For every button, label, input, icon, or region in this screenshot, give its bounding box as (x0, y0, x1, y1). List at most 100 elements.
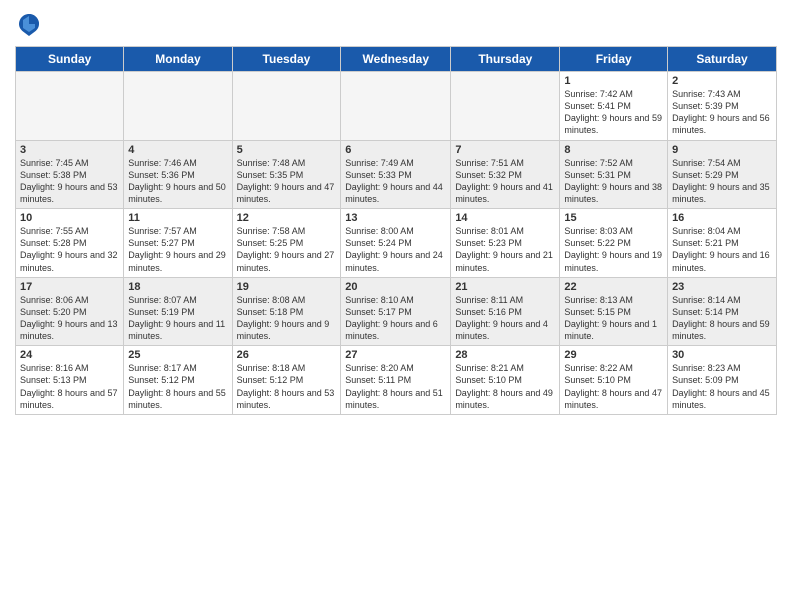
calendar-cell: 14Sunrise: 8:01 AM Sunset: 5:23 PM Dayli… (451, 209, 560, 278)
day-number: 27 (345, 349, 446, 361)
day-number: 9 (672, 144, 772, 156)
calendar-cell (232, 72, 341, 141)
day-info: Sunrise: 7:43 AM Sunset: 5:39 PM Dayligh… (672, 88, 772, 137)
day-info: Sunrise: 8:00 AM Sunset: 5:24 PM Dayligh… (345, 225, 446, 274)
day-info: Sunrise: 7:54 AM Sunset: 5:29 PM Dayligh… (672, 157, 772, 206)
day-info: Sunrise: 8:23 AM Sunset: 5:09 PM Dayligh… (672, 362, 772, 411)
day-info: Sunrise: 8:13 AM Sunset: 5:15 PM Dayligh… (564, 294, 663, 343)
calendar-cell: 9Sunrise: 7:54 AM Sunset: 5:29 PM Daylig… (668, 140, 777, 209)
calendar-cell: 17Sunrise: 8:06 AM Sunset: 5:20 PM Dayli… (16, 277, 124, 346)
day-number: 2 (672, 75, 772, 87)
day-number: 18 (128, 281, 227, 293)
header (15, 10, 777, 38)
calendar-cell: 28Sunrise: 8:21 AM Sunset: 5:10 PM Dayli… (451, 346, 560, 415)
calendar-header-monday: Monday (124, 47, 232, 72)
calendar-cell (124, 72, 232, 141)
calendar-cell: 25Sunrise: 8:17 AM Sunset: 5:12 PM Dayli… (124, 346, 232, 415)
day-info: Sunrise: 7:48 AM Sunset: 5:35 PM Dayligh… (237, 157, 337, 206)
calendar-header-thursday: Thursday (451, 47, 560, 72)
calendar-header-saturday: Saturday (668, 47, 777, 72)
day-number: 1 (564, 75, 663, 87)
day-number: 11 (128, 212, 227, 224)
calendar-cell: 13Sunrise: 8:00 AM Sunset: 5:24 PM Dayli… (341, 209, 451, 278)
logo (15, 10, 47, 38)
day-info: Sunrise: 8:03 AM Sunset: 5:22 PM Dayligh… (564, 225, 663, 274)
calendar-cell: 7Sunrise: 7:51 AM Sunset: 5:32 PM Daylig… (451, 140, 560, 209)
day-info: Sunrise: 8:21 AM Sunset: 5:10 PM Dayligh… (455, 362, 555, 411)
calendar-cell: 15Sunrise: 8:03 AM Sunset: 5:22 PM Dayli… (560, 209, 668, 278)
calendar-header-wednesday: Wednesday (341, 47, 451, 72)
day-number: 23 (672, 281, 772, 293)
day-info: Sunrise: 7:45 AM Sunset: 5:38 PM Dayligh… (20, 157, 119, 206)
calendar-cell: 30Sunrise: 8:23 AM Sunset: 5:09 PM Dayli… (668, 346, 777, 415)
day-number: 5 (237, 144, 337, 156)
calendar-cell: 19Sunrise: 8:08 AM Sunset: 5:18 PM Dayli… (232, 277, 341, 346)
day-number: 15 (564, 212, 663, 224)
calendar-cell: 22Sunrise: 8:13 AM Sunset: 5:15 PM Dayli… (560, 277, 668, 346)
calendar-header-row: SundayMondayTuesdayWednesdayThursdayFrid… (16, 47, 777, 72)
day-number: 28 (455, 349, 555, 361)
day-info: Sunrise: 7:46 AM Sunset: 5:36 PM Dayligh… (128, 157, 227, 206)
calendar-cell: 29Sunrise: 8:22 AM Sunset: 5:10 PM Dayli… (560, 346, 668, 415)
day-number: 19 (237, 281, 337, 293)
calendar-week-row: 3Sunrise: 7:45 AM Sunset: 5:38 PM Daylig… (16, 140, 777, 209)
day-number: 22 (564, 281, 663, 293)
calendar-cell: 4Sunrise: 7:46 AM Sunset: 5:36 PM Daylig… (124, 140, 232, 209)
day-number: 12 (237, 212, 337, 224)
day-number: 6 (345, 144, 446, 156)
calendar-cell: 26Sunrise: 8:18 AM Sunset: 5:12 PM Dayli… (232, 346, 341, 415)
calendar-cell (451, 72, 560, 141)
day-info: Sunrise: 8:14 AM Sunset: 5:14 PM Dayligh… (672, 294, 772, 343)
logo-icon (15, 10, 43, 38)
calendar-cell: 24Sunrise: 8:16 AM Sunset: 5:13 PM Dayli… (16, 346, 124, 415)
calendar-cell: 12Sunrise: 7:58 AM Sunset: 5:25 PM Dayli… (232, 209, 341, 278)
day-number: 25 (128, 349, 227, 361)
day-info: Sunrise: 7:42 AM Sunset: 5:41 PM Dayligh… (564, 88, 663, 137)
day-info: Sunrise: 8:17 AM Sunset: 5:12 PM Dayligh… (128, 362, 227, 411)
calendar-cell: 23Sunrise: 8:14 AM Sunset: 5:14 PM Dayli… (668, 277, 777, 346)
day-number: 16 (672, 212, 772, 224)
day-number: 4 (128, 144, 227, 156)
day-info: Sunrise: 8:07 AM Sunset: 5:19 PM Dayligh… (128, 294, 227, 343)
calendar-week-row: 24Sunrise: 8:16 AM Sunset: 5:13 PM Dayli… (16, 346, 777, 415)
day-info: Sunrise: 8:20 AM Sunset: 5:11 PM Dayligh… (345, 362, 446, 411)
day-number: 8 (564, 144, 663, 156)
calendar-cell (16, 72, 124, 141)
day-info: Sunrise: 8:06 AM Sunset: 5:20 PM Dayligh… (20, 294, 119, 343)
calendar-cell (341, 72, 451, 141)
day-info: Sunrise: 8:10 AM Sunset: 5:17 PM Dayligh… (345, 294, 446, 343)
day-number: 7 (455, 144, 555, 156)
calendar-header-friday: Friday (560, 47, 668, 72)
calendar-cell: 3Sunrise: 7:45 AM Sunset: 5:38 PM Daylig… (16, 140, 124, 209)
day-number: 13 (345, 212, 446, 224)
calendar-cell: 18Sunrise: 8:07 AM Sunset: 5:19 PM Dayli… (124, 277, 232, 346)
calendar-cell: 6Sunrise: 7:49 AM Sunset: 5:33 PM Daylig… (341, 140, 451, 209)
day-number: 29 (564, 349, 663, 361)
day-number: 3 (20, 144, 119, 156)
calendar-cell: 5Sunrise: 7:48 AM Sunset: 5:35 PM Daylig… (232, 140, 341, 209)
day-info: Sunrise: 7:51 AM Sunset: 5:32 PM Dayligh… (455, 157, 555, 206)
day-info: Sunrise: 8:04 AM Sunset: 5:21 PM Dayligh… (672, 225, 772, 274)
day-info: Sunrise: 7:55 AM Sunset: 5:28 PM Dayligh… (20, 225, 119, 274)
day-info: Sunrise: 8:16 AM Sunset: 5:13 PM Dayligh… (20, 362, 119, 411)
calendar-cell: 1Sunrise: 7:42 AM Sunset: 5:41 PM Daylig… (560, 72, 668, 141)
day-number: 14 (455, 212, 555, 224)
page: SundayMondayTuesdayWednesdayThursdayFrid… (0, 0, 792, 612)
calendar: SundayMondayTuesdayWednesdayThursdayFrid… (15, 46, 777, 415)
day-info: Sunrise: 7:52 AM Sunset: 5:31 PM Dayligh… (564, 157, 663, 206)
day-info: Sunrise: 8:11 AM Sunset: 5:16 PM Dayligh… (455, 294, 555, 343)
calendar-week-row: 1Sunrise: 7:42 AM Sunset: 5:41 PM Daylig… (16, 72, 777, 141)
calendar-cell: 21Sunrise: 8:11 AM Sunset: 5:16 PM Dayli… (451, 277, 560, 346)
day-number: 10 (20, 212, 119, 224)
calendar-header-tuesday: Tuesday (232, 47, 341, 72)
day-number: 24 (20, 349, 119, 361)
calendar-cell: 10Sunrise: 7:55 AM Sunset: 5:28 PM Dayli… (16, 209, 124, 278)
calendar-week-row: 10Sunrise: 7:55 AM Sunset: 5:28 PM Dayli… (16, 209, 777, 278)
calendar-cell: 16Sunrise: 8:04 AM Sunset: 5:21 PM Dayli… (668, 209, 777, 278)
day-number: 30 (672, 349, 772, 361)
calendar-cell: 2Sunrise: 7:43 AM Sunset: 5:39 PM Daylig… (668, 72, 777, 141)
calendar-cell: 8Sunrise: 7:52 AM Sunset: 5:31 PM Daylig… (560, 140, 668, 209)
day-info: Sunrise: 7:57 AM Sunset: 5:27 PM Dayligh… (128, 225, 227, 274)
day-info: Sunrise: 8:18 AM Sunset: 5:12 PM Dayligh… (237, 362, 337, 411)
calendar-cell: 20Sunrise: 8:10 AM Sunset: 5:17 PM Dayli… (341, 277, 451, 346)
